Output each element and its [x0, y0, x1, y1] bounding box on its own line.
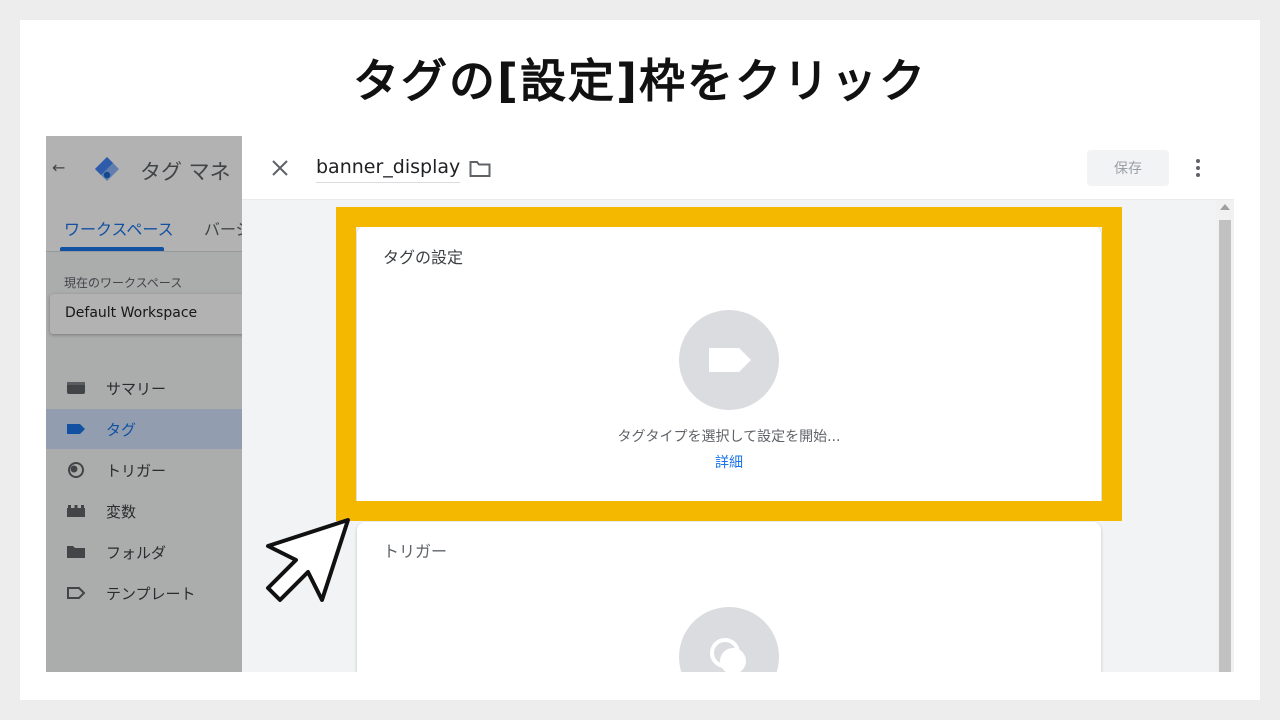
- scrollbar-thumb[interactable]: [1219, 220, 1231, 672]
- scrollbar[interactable]: [1216, 200, 1234, 672]
- folder-icon[interactable]: [469, 160, 491, 178]
- editor-header: banner_display 保存: [242, 136, 1234, 200]
- save-button[interactable]: 保存: [1087, 150, 1169, 186]
- scroll-up-arrow-icon[interactable]: [1220, 204, 1230, 210]
- sidebar: ← タグ マネ ワークスペース バージ 現在のワークスペース Default W…: [46, 136, 242, 672]
- card-title: トリガー: [383, 542, 448, 561]
- highlight-frame: [336, 207, 1122, 521]
- slide-title: タグの[設定]枠をクリック: [352, 54, 928, 108]
- trigger-placeholder[interactable]: [679, 607, 779, 672]
- more-vert-icon[interactable]: [1192, 156, 1204, 180]
- trigger-icon: [710, 638, 746, 672]
- tag-name-field[interactable]: banner_display: [316, 156, 461, 183]
- modal-overlay: [46, 136, 242, 672]
- triggering-card[interactable]: トリガー: [357, 522, 1101, 672]
- close-icon[interactable]: [270, 158, 290, 178]
- cursor-arrow-icon: [266, 518, 350, 602]
